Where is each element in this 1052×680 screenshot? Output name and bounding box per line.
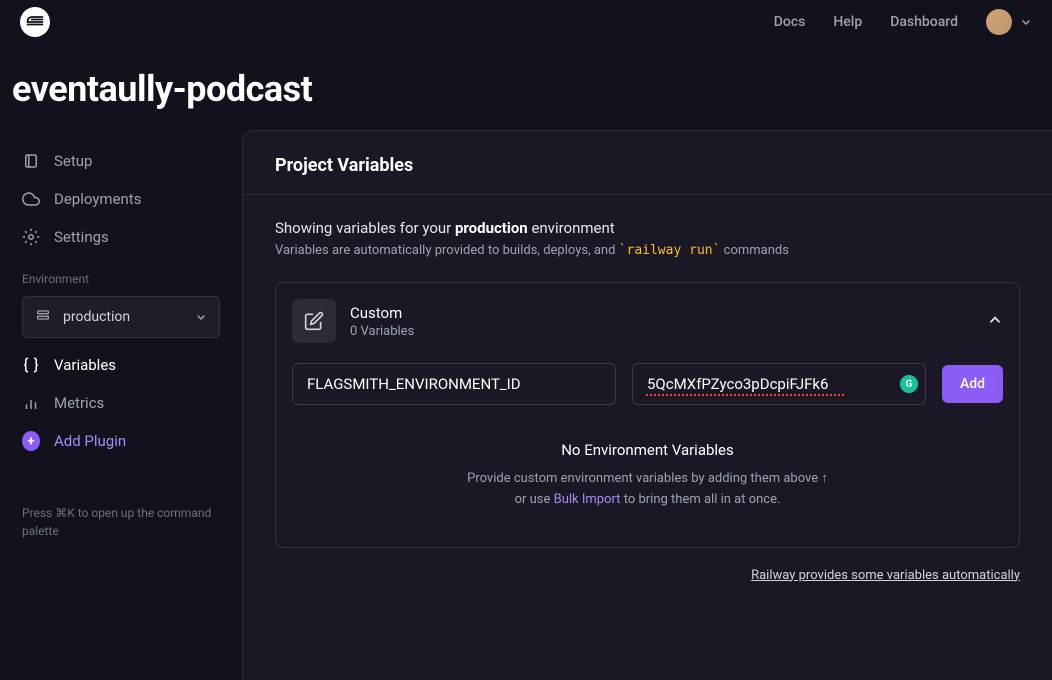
variable-value-input[interactable] — [632, 363, 926, 405]
variables-card: Custom 0 Variables G — [275, 282, 1020, 548]
sidebar-item-label: Add Plugin — [54, 432, 126, 450]
sidebar-item-setup[interactable]: Setup — [22, 142, 220, 180]
env-value: production — [63, 309, 183, 325]
sidebar-item-label: Metrics — [54, 394, 104, 412]
plus-circle-icon: + — [22, 432, 40, 450]
empty-state-title: No Environment Variables — [292, 441, 1003, 459]
sidebar-item-metrics[interactable]: Metrics — [22, 384, 220, 422]
book-icon — [22, 152, 40, 170]
sidebar-item-label: Setup — [54, 152, 92, 170]
environment-selector[interactable]: production — [22, 296, 220, 338]
sidebar-item-add-plugin[interactable]: + Add Plugin — [22, 422, 220, 460]
card-subtitle: 0 Variables — [350, 324, 973, 339]
command-palette-hint: Press ⌘K to open up the command palette — [22, 504, 220, 540]
env-section-label: Environment — [22, 272, 220, 286]
sidebar-item-variables[interactable]: Variables — [22, 346, 220, 384]
content-description: Variables are automatically provided to … — [275, 243, 1020, 258]
chevron-down-icon — [195, 311, 207, 323]
layers-icon — [35, 307, 51, 327]
braces-icon — [22, 356, 40, 374]
avatar — [986, 9, 1012, 35]
cloud-icon — [22, 190, 40, 208]
chevron-up-icon[interactable] — [987, 311, 1003, 331]
content-title: Project Variables — [275, 155, 1020, 176]
sidebar-item-label: Deployments — [54, 190, 141, 208]
sidebar-item-label: Settings — [54, 228, 109, 246]
card-title: Custom — [350, 304, 973, 322]
bulk-import-link[interactable]: Bulk Import — [554, 492, 621, 507]
nav-dashboard[interactable]: Dashboard — [890, 14, 958, 30]
sidebar-item-deployments[interactable]: Deployments — [22, 180, 220, 218]
user-menu[interactable] — [986, 9, 1032, 35]
nav-help[interactable]: Help — [833, 14, 862, 30]
gear-icon — [22, 228, 40, 246]
edit-icon — [292, 299, 336, 343]
chart-icon — [22, 394, 40, 412]
content-subtitle: Showing variables for your production en… — [275, 219, 1020, 237]
nav-docs[interactable]: Docs — [774, 14, 806, 30]
chevron-down-icon — [1020, 16, 1032, 28]
logo[interactable] — [20, 7, 50, 37]
sidebar-item-label: Variables — [54, 356, 116, 374]
empty-state-description: Provide custom environment variables by … — [292, 469, 1003, 511]
auto-variables-link[interactable]: Railway provides some variables automati… — [275, 568, 1020, 583]
variable-key-input[interactable] — [292, 363, 616, 405]
add-button[interactable]: Add — [942, 365, 1003, 403]
grammarly-icon: G — [900, 375, 918, 393]
page-title: eventaully-podcast — [0, 44, 1052, 130]
sidebar-item-settings[interactable]: Settings — [22, 218, 220, 256]
